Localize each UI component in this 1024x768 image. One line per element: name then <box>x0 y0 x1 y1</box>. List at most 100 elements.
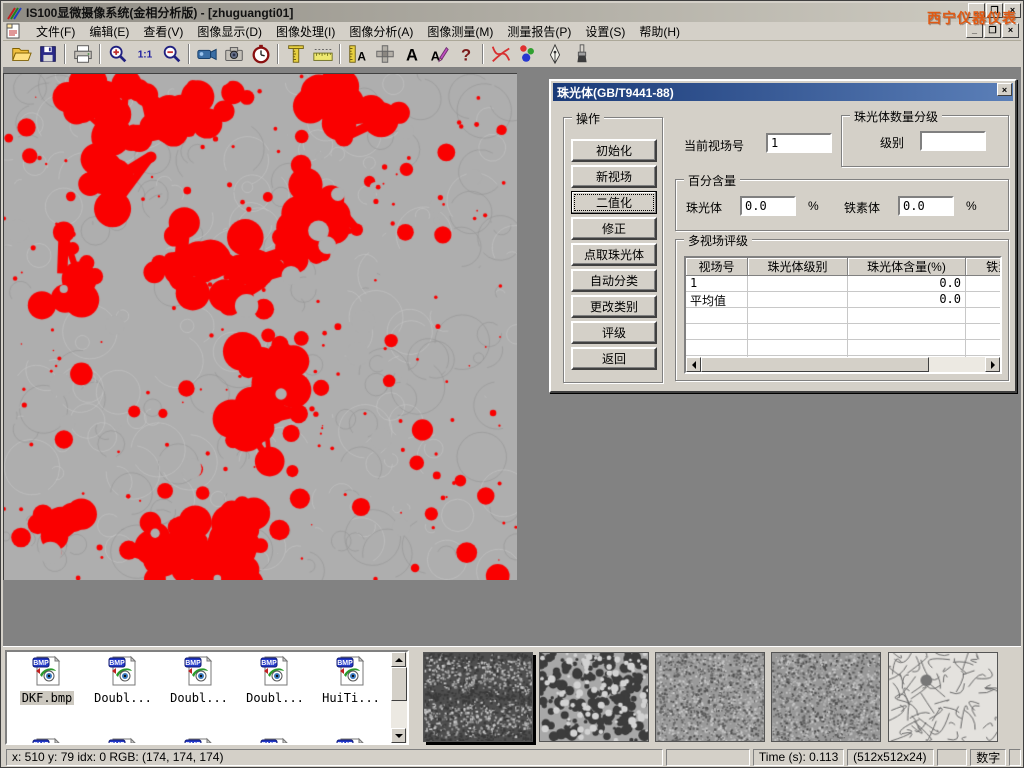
rating-col-header-0: 视场号 <box>686 258 748 276</box>
svg-text:BMP: BMP <box>109 742 125 743</box>
hscroll-thumb[interactable] <box>701 357 929 372</box>
grade-input[interactable] <box>920 131 986 151</box>
pick-pen-icon <box>544 43 566 65</box>
operation-button-7[interactable]: 评级 <box>571 321 657 344</box>
scroll-right-button[interactable] <box>985 357 1000 372</box>
rating-table-row-1[interactable]: 平均值0.0 <box>686 292 1000 308</box>
svg-text:1:1: 1:1 <box>137 50 152 61</box>
zoom-out-button[interactable] <box>158 42 185 66</box>
zoom-in-button[interactable] <box>104 42 131 66</box>
file-item-row2-4[interactable]: BMP <box>314 737 388 743</box>
file-item-3[interactable]: BMPDoubl... <box>238 655 312 705</box>
open-file-button[interactable] <box>7 42 34 66</box>
menu-item-2[interactable]: 查看(V) <box>136 21 190 42</box>
rating-cell <box>686 324 748 340</box>
curve-tool-button[interactable] <box>487 42 514 66</box>
capture-camera-button[interactable] <box>220 42 247 66</box>
timer-button[interactable] <box>247 42 274 66</box>
thumbnail-5[interactable] <box>888 652 998 742</box>
menu-item-8[interactable]: 设置(S) <box>578 21 632 42</box>
video-camera-icon <box>196 43 218 65</box>
thumbnail-1[interactable] <box>423 652 533 742</box>
save-icon <box>37 43 59 65</box>
rating-table[interactable]: 视场号珠光体级别珠光体含量(%)铁素体含量(%) 10.0平均值0.0 <box>684 256 1002 374</box>
grid-cross-icon <box>374 43 396 65</box>
menu-item-0[interactable]: 文件(F) <box>29 21 82 42</box>
pick-pen-button[interactable] <box>541 42 568 66</box>
operation-button-0[interactable]: 初始化 <box>571 139 657 162</box>
rating-cell <box>966 292 1002 308</box>
print-button[interactable] <box>69 42 96 66</box>
actual-size-button[interactable]: 1:1 <box>131 42 158 66</box>
file-item-0[interactable]: BMPDKF.bmp <box>10 655 84 705</box>
rating-table-row-2[interactable] <box>686 308 1000 324</box>
pearlite-percent-input[interactable] <box>740 196 796 216</box>
rating-cell <box>966 324 1002 340</box>
rating-cell <box>966 276 1002 292</box>
operation-button-6[interactable]: 更改类别 <box>571 295 657 318</box>
menu-item-3[interactable]: 图像显示(D) <box>190 21 269 42</box>
current-field-input[interactable] <box>766 133 832 153</box>
rating-cell <box>848 308 966 324</box>
measure-text-button[interactable]: A <box>344 42 371 66</box>
file-item-row2-3[interactable]: BMP <box>238 737 312 743</box>
rating-cell <box>748 292 848 308</box>
classify-dots-button[interactable] <box>514 42 541 66</box>
ferrite-percent-unit: % <box>966 199 977 213</box>
file-item-4[interactable]: BMPHuiTi... <box>314 655 388 705</box>
toolbar: 1:1 <box>3 41 1021 68</box>
thumbnail-2[interactable] <box>539 652 649 742</box>
operation-button-8[interactable]: 返回 <box>571 347 657 370</box>
video-camera-button[interactable] <box>193 42 220 66</box>
actual-size-icon: 1:1 <box>134 43 156 65</box>
thumbnail-4[interactable] <box>771 652 881 742</box>
menu-item-4[interactable]: 图像处理(I) <box>269 21 342 42</box>
print-icon <box>72 43 94 65</box>
brush-tool-button[interactable] <box>568 42 595 66</box>
scroll-up-button[interactable] <box>391 652 406 667</box>
file-item-row2-2[interactable]: BMP <box>162 737 236 743</box>
file-item-1[interactable]: BMPDoubl... <box>86 655 160 705</box>
file-item-2[interactable]: BMPDoubl... <box>162 655 236 705</box>
bmp-file-icon: BMP <box>162 655 236 690</box>
operation-button-1[interactable]: 新视场 <box>571 165 657 188</box>
text-label-button[interactable]: A <box>398 42 425 66</box>
caliper-measure-button[interactable] <box>282 42 309 66</box>
operation-button-4[interactable]: 点取珠光体 <box>571 243 657 266</box>
ferrite-percent-input[interactable] <box>898 196 954 216</box>
file-item-row2-1[interactable]: BMP <box>86 737 160 743</box>
menu-item-6[interactable]: 图像测量(M) <box>420 21 500 42</box>
file-item-row2-0[interactable]: BMP <box>10 737 84 743</box>
save-button[interactable] <box>34 42 61 66</box>
scroll-down-button[interactable] <box>391 728 406 743</box>
rating-table-row-4[interactable] <box>686 340 1000 356</box>
vscroll-thumb[interactable] <box>391 667 407 701</box>
operation-button-5[interactable]: 自动分类 <box>571 269 657 292</box>
edit-annotation-button[interactable]: A <box>425 42 452 66</box>
rating-group-legend: 多视场评级 <box>684 232 752 249</box>
scroll-left-button[interactable] <box>686 357 701 372</box>
toolbar-separator <box>339 44 341 64</box>
rating-cell <box>748 308 848 324</box>
menu-item-1[interactable]: 编辑(E) <box>82 21 136 42</box>
rating-table-row-0[interactable]: 10.0 <box>686 276 1000 292</box>
dialog-close-button[interactable]: × <box>997 83 1012 96</box>
help-button[interactable]: ? <box>452 42 479 66</box>
micrograph-image[interactable] <box>3 73 517 580</box>
app-logo-icon <box>6 6 22 20</box>
dialog-title: 珠光体(GB/T9441-88) <box>557 84 674 101</box>
operation-group-legend: 操作 <box>572 110 604 127</box>
bmp-file-icon: BMP <box>238 655 312 690</box>
menu-item-9[interactable]: 帮助(H) <box>632 21 687 42</box>
ruler-button[interactable] <box>309 42 336 66</box>
rating-table-row-3[interactable] <box>686 324 1000 340</box>
edit-annotation-icon: A <box>428 43 450 65</box>
menu-item-7[interactable]: 测量报告(P) <box>500 21 578 42</box>
operation-button-2[interactable]: 二值化 <box>571 191 657 214</box>
bmp-file-icon: BMP <box>86 655 160 690</box>
thumbnail-3[interactable] <box>655 652 765 742</box>
operation-group: 操作 初始化新视场二值化修正点取珠光体自动分类更改类别评级返回 <box>563 117 663 383</box>
operation-button-3[interactable]: 修正 <box>571 217 657 240</box>
grid-cross-button[interactable] <box>371 42 398 66</box>
menu-item-5[interactable]: 图像分析(A) <box>342 21 420 42</box>
